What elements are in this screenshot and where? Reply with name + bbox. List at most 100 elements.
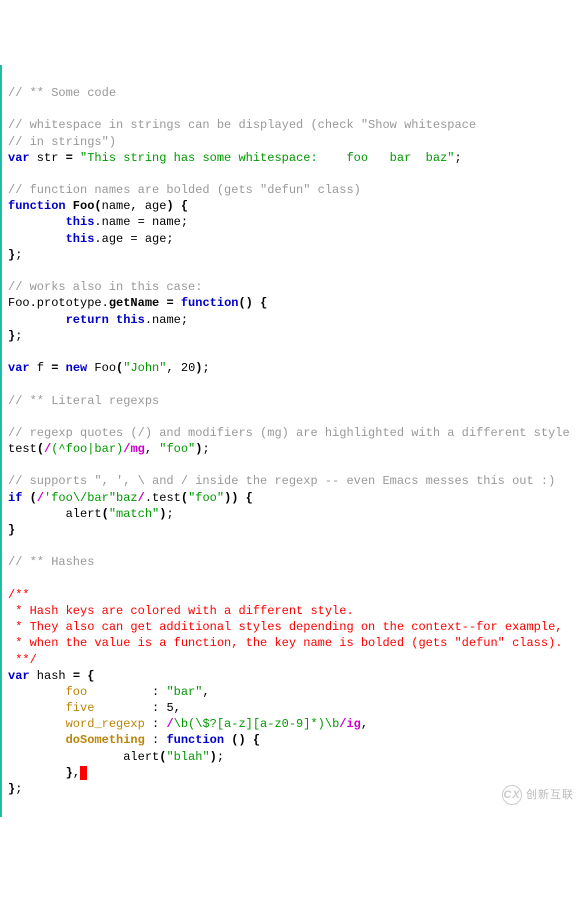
doc-comment: **/ xyxy=(8,653,37,667)
space xyxy=(22,491,29,505)
doc-comment: * when the value is a function, the key … xyxy=(8,636,563,650)
function-name: Foo xyxy=(66,199,95,213)
dot: . xyxy=(94,232,101,246)
paren: ( xyxy=(102,507,109,521)
operator: = xyxy=(66,151,73,165)
comment: // supports ", ', \ and / inside the reg… xyxy=(8,474,555,488)
code: , 20 xyxy=(166,361,195,375)
comment: // in strings") xyxy=(8,135,116,149)
comment: // whitespace in strings can be displaye… xyxy=(8,118,476,132)
watermark: CX 创新互联 xyxy=(502,785,574,805)
pad xyxy=(87,685,152,699)
dot: . xyxy=(145,491,152,505)
code: Foo xyxy=(87,361,116,375)
keyword-return: return xyxy=(66,313,109,327)
code: age = age; xyxy=(102,232,174,246)
regex-delim: / xyxy=(37,491,44,505)
keyword-var: var xyxy=(8,361,30,375)
keyword-function: function xyxy=(166,733,224,747)
keyword-this: this xyxy=(116,313,145,327)
regex-flags: ig xyxy=(346,717,360,731)
var-name: hash xyxy=(30,669,73,683)
string: "bar" xyxy=(166,685,202,699)
paren: () xyxy=(238,296,252,310)
paren: ) xyxy=(166,199,173,213)
paren: ( xyxy=(30,491,37,505)
function-name: getName xyxy=(109,296,159,310)
regex: 'foo\/bar"baz xyxy=(44,491,138,505)
comment: // ** Hashes xyxy=(8,555,94,569)
paren: ( xyxy=(94,199,101,213)
indent xyxy=(8,701,66,715)
pad xyxy=(94,701,152,715)
watermark-logo-icon: CX xyxy=(502,785,522,805)
semicolon: ; xyxy=(202,361,209,375)
comma: , xyxy=(145,442,159,456)
space xyxy=(109,313,116,327)
comma: , xyxy=(73,766,80,780)
indent xyxy=(8,232,66,246)
var-name: f xyxy=(30,361,52,375)
operator: = xyxy=(73,669,80,683)
comment: // ** Some code xyxy=(8,86,116,100)
keyword-this: this xyxy=(66,215,95,229)
semicolon: ; xyxy=(455,151,462,165)
brace: { xyxy=(246,733,260,747)
regex-delim: / xyxy=(339,717,346,731)
var-name: str xyxy=(30,151,66,165)
keyword-var: var xyxy=(8,151,30,165)
indent xyxy=(8,215,66,229)
regex: \b(\$?[a-z][a-z0-9]*)\b xyxy=(174,717,340,731)
paren: ) xyxy=(210,750,217,764)
brace: { xyxy=(253,296,267,310)
semicolon: ; xyxy=(15,782,22,796)
colon: : xyxy=(152,685,166,699)
comma: , xyxy=(202,685,209,699)
keyword-function: function xyxy=(181,296,239,310)
regex: (^foo|bar) xyxy=(51,442,123,456)
colon: : xyxy=(152,717,166,731)
brace: { xyxy=(80,669,94,683)
paren: ( xyxy=(37,442,44,456)
dot: . xyxy=(94,215,101,229)
brace: } xyxy=(66,766,73,780)
code: name; xyxy=(152,313,188,327)
string: "foo" xyxy=(188,491,224,505)
code-editor[interactable]: // ** Some code // whitespace in strings… xyxy=(0,65,580,818)
string: "This string has some whitespace: foo ba… xyxy=(73,151,455,165)
comma: , xyxy=(174,701,181,715)
brace: } xyxy=(8,523,15,537)
regex-delim: / xyxy=(166,717,173,731)
indent xyxy=(8,766,66,780)
comment: // works also in this case: xyxy=(8,280,202,294)
doc-comment: * Hash keys are colored with a different… xyxy=(8,604,354,618)
args: name, age xyxy=(102,199,167,213)
brace: } xyxy=(8,782,15,796)
comment: // ** Literal regexps xyxy=(8,394,159,408)
paren: ( xyxy=(159,750,166,764)
semicolon: ; xyxy=(15,248,22,262)
colon: : xyxy=(152,733,166,747)
code: alert xyxy=(123,750,159,764)
colon: : xyxy=(152,701,166,715)
indent xyxy=(8,685,66,699)
keyword-function: function xyxy=(8,199,66,213)
indent xyxy=(8,717,66,731)
indent xyxy=(8,750,123,764)
cursor xyxy=(80,766,87,780)
hash-key: foo xyxy=(66,685,88,699)
keyword-var: var xyxy=(8,669,30,683)
semicolon: ; xyxy=(15,329,22,343)
hash-key-defun: doSomething xyxy=(66,733,145,747)
keyword-this: this xyxy=(66,232,95,246)
code: test xyxy=(8,442,37,456)
regex-flags: mg xyxy=(130,442,144,456)
string: "blah" xyxy=(166,750,209,764)
string: "John" xyxy=(123,361,166,375)
code: name = name; xyxy=(102,215,188,229)
hash-key: five xyxy=(66,701,95,715)
code: test xyxy=(152,491,181,505)
indent xyxy=(8,507,66,521)
pad xyxy=(145,717,152,731)
space xyxy=(58,361,65,375)
